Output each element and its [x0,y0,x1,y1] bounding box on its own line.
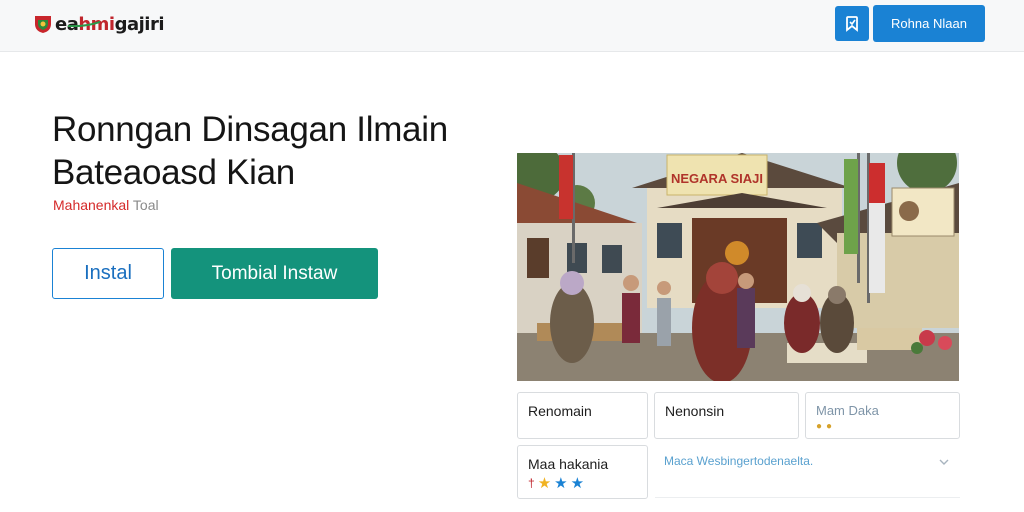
install-cta-button[interactable]: Tombial Instaw [171,248,378,299]
page-subtitle: Mahanenkal Toal [53,197,159,213]
info-card-nenonsin[interactable]: Nenonsin [654,392,799,439]
dot-icon: ● [826,421,833,432]
dot-icon: ● [816,421,823,432]
community-event-photo: NEGARA SIAJI [517,153,959,381]
info-card-renomain[interactable]: Renomain [517,392,648,439]
banner-text: NEGARA SIAJI [671,171,763,186]
title-line-1: Ronngan Dinsagan Ilmain [52,110,448,149]
card-title: Mam Daka [816,403,879,418]
shield-logo-icon [35,16,51,33]
page-title: Ronngan Dinsagan Ilmain Bateaoasd Kian [52,108,492,194]
bookmark-icon [846,15,858,32]
star-rating: † ★ ★ ★ [528,476,637,491]
dagger-icon: † [528,476,535,490]
card-title: Maa hakania [528,456,609,472]
select-value: Maca Wesbingertodenaelta. [664,454,814,468]
title-line-2: Bateaoasd Kian [52,153,295,192]
card-title: Nenonsin [665,403,725,419]
card-mini-icons: ● ● [816,421,949,432]
top-navbar: eahmigajiri Rohna Nlaan [0,0,1024,52]
rating-card[interactable]: Maa hakania † ★ ★ ★ [517,445,648,499]
star-icon: ★ [537,475,552,492]
card-title: Renomain [528,403,592,419]
install-button[interactable]: Instal [52,248,164,299]
star-icon: ★ [554,475,568,492]
info-card-daka[interactable]: Mam Daka ● ● [805,392,960,439]
header-primary-button[interactable]: Rohna Nlaan [873,5,985,42]
star-icon: ★ [570,475,585,492]
logo-swoosh-icon [67,21,100,27]
chevron-down-icon [939,459,949,465]
bookmark-button[interactable] [835,6,869,41]
dropdown-select[interactable]: Maca Wesbingertodenaelta. [655,446,960,498]
